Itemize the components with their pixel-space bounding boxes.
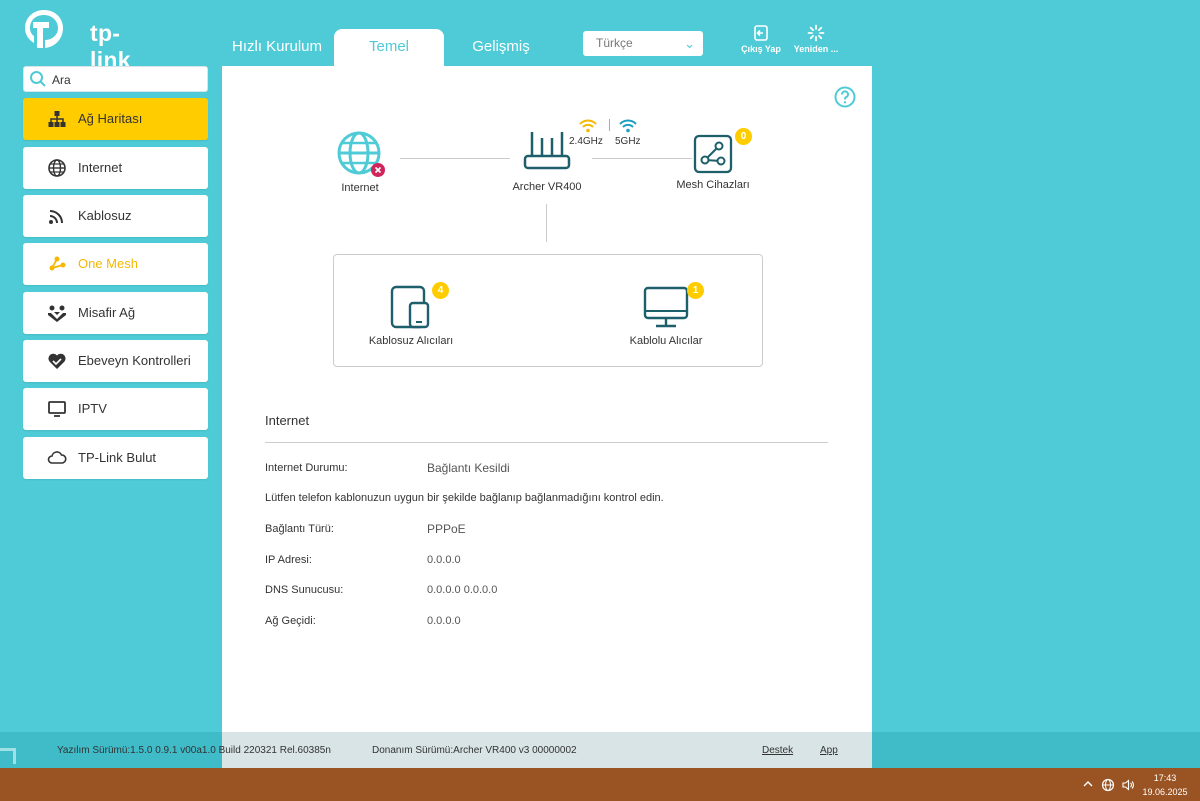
- tp-link-logo: tp-link: [22, 8, 142, 73]
- dns-server-value: 0.0.0.0 0.0.0.0: [427, 584, 498, 596]
- parental-heart-icon: [48, 353, 66, 369]
- map-node-mesh[interactable]: Mesh Cihazları 0: [668, 128, 758, 191]
- wired-clients-label: Kablolu Alıcılar: [629, 335, 703, 347]
- wifi-5ghz-icon: [619, 119, 637, 133]
- ip-address-label: IP Adresi:: [265, 554, 312, 566]
- language-select-value: Türkçe: [596, 36, 633, 50]
- search-box: [23, 66, 208, 92]
- reboot-label: Yeniden ...: [793, 44, 839, 54]
- language-select[interactable]: Türkçe ⌄: [583, 31, 703, 56]
- map-node-internet[interactable]: Internet: [320, 130, 400, 194]
- wireless-clients-icon: [390, 285, 430, 329]
- reboot-button[interactable]: Yeniden ...: [790, 24, 842, 54]
- ip-address-value: 0.0.0.0: [427, 554, 461, 566]
- sidebar-item-guest-network[interactable]: Misafir Ağ: [23, 292, 208, 334]
- connection-type-value: PPPoE: [427, 522, 466, 536]
- sidebar-item-label: One Mesh: [78, 256, 138, 271]
- logout-label: Çıkış Yap: [741, 44, 781, 54]
- tab-basic[interactable]: Temel: [334, 29, 444, 66]
- taskbar: 17:43 19.06.2025: [0, 768, 1200, 801]
- network-globe-icon[interactable]: [1101, 778, 1115, 792]
- internet-info-title: Internet: [265, 413, 310, 428]
- wireless-clients-label: Kablosuz Alıcıları: [368, 335, 454, 347]
- footer: Yazılım Sürümü:1.5.0 0.9.1 v00a1.0 Build…: [0, 732, 1200, 768]
- map-node-wired-clients[interactable]: Kablolu Alıcılar 1: [621, 282, 711, 347]
- clients-panel: Kablosuz Alıcıları 4 Kablolu Alıcılar 1: [333, 254, 763, 367]
- sidebar-item-label: TP-Link Bulut: [78, 450, 157, 465]
- wifi-24ghz-icon: [579, 119, 597, 133]
- reboot-icon: [807, 24, 825, 42]
- mesh-icon: [49, 256, 66, 271]
- mesh-node-label: Mesh Cihazları: [676, 179, 750, 191]
- sidebar-item-label: Ağ Haritası: [78, 111, 143, 126]
- sidebar-item-one-mesh[interactable]: One Mesh: [23, 243, 208, 285]
- mesh-count-badge: 0: [735, 128, 752, 145]
- cloud-icon: [47, 451, 67, 464]
- internet-status-label: Internet Durumu:: [265, 462, 348, 474]
- router-icon: [523, 132, 571, 170]
- gateway-value: 0.0.0.0: [427, 615, 461, 627]
- tp-link-logo-mark: [25, 10, 63, 48]
- link-line-vertical: [546, 204, 547, 242]
- map-node-wireless-clients[interactable]: Kablosuz Alıcıları 4: [364, 282, 458, 347]
- support-link[interactable]: Destek: [762, 745, 793, 756]
- guest-icon: [48, 305, 66, 322]
- sidebar-item-label: Internet: [78, 160, 123, 175]
- volume-icon[interactable]: [1121, 778, 1135, 792]
- wifi-icon: [49, 210, 63, 224]
- internet-node-label: Internet: [341, 182, 379, 194]
- tab-quick-setup[interactable]: Hızlı Kurulum: [222, 29, 332, 66]
- sidebar-item-wireless[interactable]: Kablosuz: [23, 195, 208, 237]
- help-icon[interactable]: [834, 86, 856, 108]
- tab-advanced[interactable]: Gelişmiş: [446, 29, 556, 66]
- chevron-down-icon: ⌄: [684, 36, 695, 51]
- mesh-devices-icon: [693, 134, 733, 174]
- clock-time: 17:43: [1153, 773, 1177, 783]
- sidebar-item-tp-link-cloud[interactable]: TP-Link Bulut: [23, 437, 208, 479]
- sidebar-item-iptv[interactable]: IPTV: [23, 388, 208, 430]
- search-input[interactable]: [52, 71, 202, 89]
- logout-icon: [754, 25, 768, 41]
- sidebar-item-label: Ebeveyn Kontrolleri: [78, 353, 191, 368]
- network-map-icon: [48, 111, 66, 127]
- taskbar-clock[interactable]: 17:43 19.06.2025: [1135, 771, 1195, 799]
- wired-count-badge: 1: [687, 282, 704, 299]
- sidebar-item-label: Kablosuz: [78, 208, 132, 223]
- band-divider: [609, 119, 610, 131]
- gateway-label: Ağ Geçidi:: [265, 615, 316, 627]
- band-24ghz-label: 2.4GHz: [569, 136, 603, 147]
- app-link[interactable]: App: [820, 745, 838, 756]
- sidebar-item-network-map[interactable]: Ağ Haritası: [23, 98, 208, 140]
- firmware-version: Yazılım Sürümü:1.5.0 0.9.1 v00a1.0 Build…: [57, 745, 331, 756]
- internet-status-value: Bağlantı Kesildi: [427, 461, 510, 475]
- main-panel: Internet Archer VR400 2.4GHz 5GHz Mesh C…: [222, 66, 872, 768]
- globe-icon: [48, 159, 66, 177]
- dns-server-label: DNS Sunucusu:: [265, 584, 344, 596]
- connection-warning-text: Lütfen telefon kablonuzun uygun bir şeki…: [265, 492, 664, 504]
- sidebar-item-label: Misafir Ağ: [78, 305, 136, 320]
- corner-decoration: [0, 748, 16, 764]
- band-5ghz-label: 5GHz: [615, 136, 641, 147]
- logout-button[interactable]: Çıkış Yap: [736, 24, 786, 54]
- hardware-version: Donanım Sürümü:Archer VR400 v3 00000002: [372, 745, 577, 756]
- disconnected-icon: [371, 163, 385, 177]
- tv-icon: [48, 401, 66, 417]
- search-icon: [30, 71, 46, 87]
- connection-type-label: Bağlantı Türü:: [265, 523, 334, 535]
- sidebar-item-label: IPTV: [78, 401, 107, 416]
- wired-clients-icon: [643, 286, 689, 328]
- sidebar-item-internet[interactable]: Internet: [23, 147, 208, 189]
- clock-date: 19.06.2025: [1142, 787, 1188, 797]
- sidebar-item-parental-controls[interactable]: Ebeveyn Kontrolleri: [23, 340, 208, 382]
- divider: [265, 442, 828, 443]
- chevron-up-icon[interactable]: [1082, 778, 1094, 790]
- router-node-label: Archer VR400: [512, 181, 582, 193]
- wireless-count-badge: 4: [432, 282, 449, 299]
